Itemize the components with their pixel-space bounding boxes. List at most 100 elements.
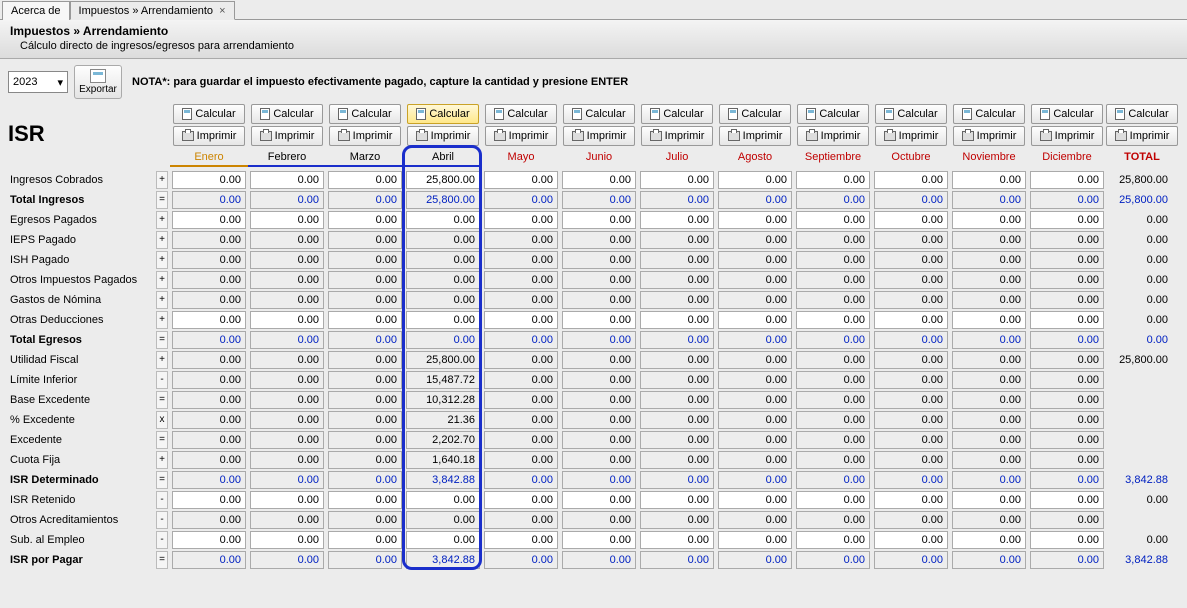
calcular-button[interactable]: Calcular	[485, 104, 557, 124]
imprimir-button[interactable]: Imprimir	[251, 126, 323, 146]
value-cell[interactable]: 0.00	[874, 491, 948, 509]
value-cell[interactable]: 0.00	[796, 171, 870, 189]
value-cell[interactable]: 0.00	[406, 211, 480, 229]
value-cell[interactable]: 0.00	[250, 171, 324, 189]
imprimir-button[interactable]: Imprimir	[329, 126, 401, 146]
imprimir-button[interactable]: Imprimir	[407, 126, 479, 146]
value-cell[interactable]: 0.00	[640, 491, 714, 509]
imprimir-button[interactable]: Imprimir	[875, 126, 947, 146]
value-cell[interactable]: 0.00	[640, 211, 714, 229]
value-cell[interactable]: 0.00	[250, 531, 324, 549]
close-icon[interactable]: ×	[219, 5, 225, 17]
value-cell[interactable]: 0.00	[796, 311, 870, 329]
value-cell[interactable]: 0.00	[718, 531, 792, 549]
value-cell[interactable]: 0.00	[952, 211, 1026, 229]
imprimir-button[interactable]: Imprimir	[1031, 126, 1103, 146]
value-cell[interactable]: 0.00	[796, 211, 870, 229]
imprimir-button[interactable]: Imprimir	[953, 126, 1025, 146]
export-button[interactable]: Exportar	[74, 65, 122, 99]
value-cell: 0.00	[562, 251, 636, 269]
imprimir-button[interactable]: Imprimir	[719, 126, 791, 146]
value-cell[interactable]: 0.00	[562, 171, 636, 189]
value-cell[interactable]: 0.00	[1030, 171, 1104, 189]
value-cell[interactable]: 0.00	[874, 531, 948, 549]
value-cell: 0.00	[640, 411, 714, 429]
value-cell[interactable]: 0.00	[172, 491, 246, 509]
value-cell[interactable]: 0.00	[406, 531, 480, 549]
value-cell: 25,800.00	[406, 191, 480, 209]
calcular-button[interactable]: Calcular	[875, 104, 947, 124]
value-cell[interactable]: 0.00	[640, 311, 714, 329]
value-cell[interactable]: 0.00	[484, 171, 558, 189]
value-cell[interactable]: 0.00	[1030, 491, 1104, 509]
value-cell[interactable]: 0.00	[1030, 211, 1104, 229]
imprimir-button[interactable]: Imprimir	[641, 126, 713, 146]
value-cell[interactable]: 0.00	[562, 311, 636, 329]
tab-arrendamiento[interactable]: Impuestos » Arrendamiento ×	[70, 1, 235, 20]
year-select[interactable]: 2023 ▾	[8, 71, 68, 93]
value-cell[interactable]: 0.00	[1030, 531, 1104, 549]
value-cell[interactable]: 0.00	[1030, 311, 1104, 329]
value-cell[interactable]: 0.00	[328, 211, 402, 229]
value-cell[interactable]: 0.00	[718, 311, 792, 329]
calcular-button[interactable]: Calcular	[251, 104, 323, 124]
value-cell[interactable]: 0.00	[250, 311, 324, 329]
value-cell[interactable]: 0.00	[952, 311, 1026, 329]
value-cell[interactable]: 0.00	[172, 171, 246, 189]
value-cell[interactable]: 0.00	[172, 211, 246, 229]
value-cell[interactable]: 0.00	[562, 211, 636, 229]
value-cell[interactable]: 0.00	[250, 491, 324, 509]
value-cell[interactable]: 0.00	[172, 531, 246, 549]
value-cell[interactable]: 0.00	[406, 491, 480, 509]
value-cell[interactable]: 0.00	[172, 311, 246, 329]
value-cell[interactable]: 0.00	[952, 171, 1026, 189]
total-cell: 0.00	[1106, 531, 1172, 549]
value-cell[interactable]: 25,800.00	[406, 171, 480, 189]
calcular-button[interactable]: Calcular	[563, 104, 635, 124]
calcular-button[interactable]: Calcular	[329, 104, 401, 124]
value-cell[interactable]: 0.00	[328, 531, 402, 549]
tab-about[interactable]: Acerca de	[2, 1, 70, 20]
calcular-button[interactable]: Calcular	[1106, 104, 1178, 124]
value-cell[interactable]: 0.00	[874, 171, 948, 189]
value-cell[interactable]: 0.00	[718, 171, 792, 189]
value-cell[interactable]: 0.00	[328, 311, 402, 329]
value-cell[interactable]: 0.00	[250, 211, 324, 229]
value-cell[interactable]: 0.00	[718, 491, 792, 509]
imprimir-button[interactable]: Imprimir	[563, 126, 635, 146]
value-cell[interactable]: 0.00	[640, 531, 714, 549]
calcular-button[interactable]: Calcular	[407, 104, 479, 124]
value-cell[interactable]: 0.00	[562, 491, 636, 509]
value-cell[interactable]: 0.00	[484, 211, 558, 229]
imprimir-button[interactable]: Imprimir	[797, 126, 869, 146]
value-cell[interactable]: 0.00	[406, 311, 480, 329]
value-cell[interactable]: 0.00	[796, 491, 870, 509]
value-cell[interactable]: 0.00	[952, 491, 1026, 509]
value-cell[interactable]: 0.00	[328, 171, 402, 189]
value-cell[interactable]: 0.00	[640, 171, 714, 189]
imprimir-button[interactable]: Imprimir	[173, 126, 245, 146]
imprimir-button[interactable]: Imprimir	[485, 126, 557, 146]
value-cell[interactable]: 0.00	[328, 491, 402, 509]
calcular-button[interactable]: Calcular	[797, 104, 869, 124]
value-cell[interactable]: 0.00	[874, 311, 948, 329]
value-cell: 0.00	[328, 471, 402, 489]
calcular-button[interactable]: Calcular	[953, 104, 1025, 124]
value-cell[interactable]: 0.00	[484, 311, 558, 329]
value-cell[interactable]: 0.00	[952, 531, 1026, 549]
value-cell[interactable]: 0.00	[874, 211, 948, 229]
calcular-button[interactable]: Calcular	[719, 104, 791, 124]
value-cell[interactable]: 0.00	[484, 491, 558, 509]
calcular-button[interactable]: Calcular	[173, 104, 245, 124]
value-cell: 0.00	[562, 291, 636, 309]
value-cell[interactable]: 0.00	[562, 531, 636, 549]
calcular-button[interactable]: Calcular	[1031, 104, 1103, 124]
calcular-button[interactable]: Calcular	[641, 104, 713, 124]
tab-label: Impuestos » Arrendamiento	[79, 5, 214, 17]
value-cell[interactable]: 0.00	[796, 531, 870, 549]
month-header: Noviembre	[950, 147, 1028, 167]
value-cell[interactable]: 0.00	[718, 211, 792, 229]
month-header: Febrero	[248, 147, 326, 167]
imprimir-button[interactable]: Imprimir	[1106, 126, 1178, 146]
value-cell[interactable]: 0.00	[484, 531, 558, 549]
